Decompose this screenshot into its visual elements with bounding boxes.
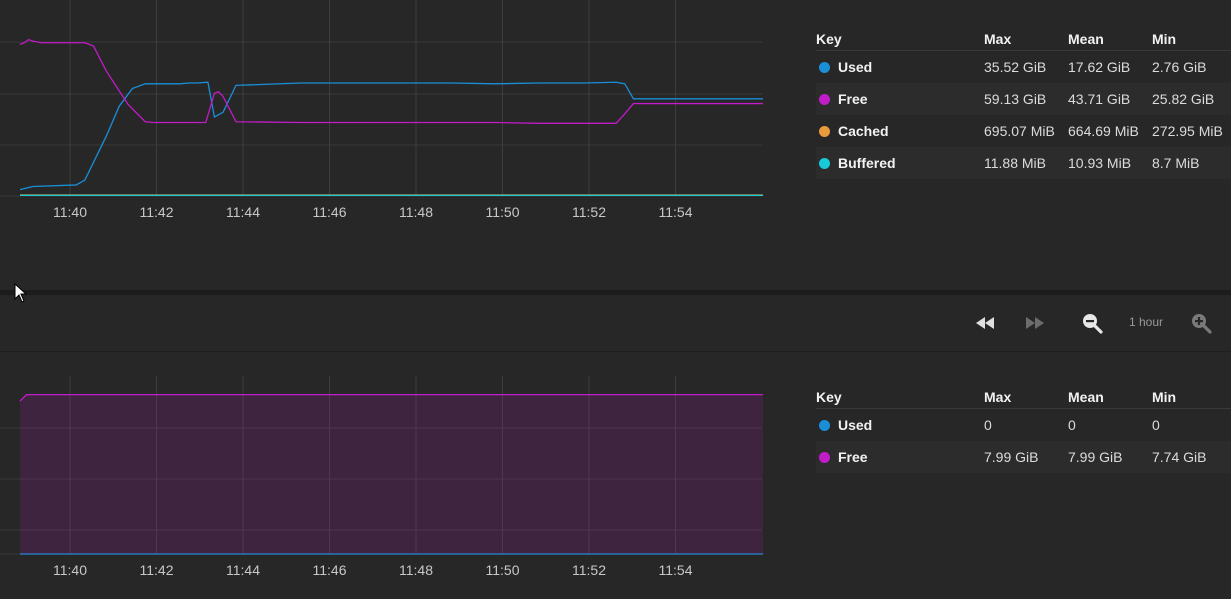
series-line-used — [19, 81, 764, 191]
zoom-out-icon — [1083, 314, 1103, 334]
zoom-in-button[interactable] — [1189, 311, 1213, 335]
legend-min-value: 7.74 GiB — [1152, 441, 1231, 473]
legend-row-free[interactable]: Free 7.99 GiB 7.99 GiB 7.74 GiB — [816, 441, 1231, 473]
swap-legend: Key Max Mean Min Used 0 0 0 Free 7.99 Gi… — [816, 386, 1231, 473]
x-tick-label: 11:54 — [659, 562, 693, 578]
series-color-dot — [819, 62, 830, 73]
swap-panel: 11:40 11:42 11:44 11:46 11:48 11:50 11:52 11:54… — [0, 352, 1231, 599]
legend-key-free: Free — [816, 441, 984, 473]
legend-header-mean: Mean — [1068, 28, 1152, 51]
legend-min-value: 272.95 MiB — [1152, 123, 1223, 139]
x-tick-label: 11:52 — [572, 562, 606, 578]
legend-mean-value: 664.69 MiB — [1068, 123, 1139, 139]
legend-row-free[interactable]: Free 59.13 GiB 43.71 GiB 25.82 GiB — [816, 83, 1231, 115]
series-color-dot — [819, 452, 830, 463]
legend-key-used: Used — [816, 51, 984, 84]
legend-min-value: 2.76 GiB — [1152, 59, 1207, 75]
swap-chart: 11:40 11:42 11:44 11:46 11:48 11:50 11:52 11:54 — [0, 376, 764, 578]
x-tick-label: 11:46 — [313, 204, 347, 220]
legend-mean-value: 17.62 GiB — [1068, 59, 1131, 75]
series-line-free — [19, 38, 764, 124]
x-tick-label: 11:42 — [140, 204, 174, 220]
x-tick-label: 11:44 — [226, 562, 260, 578]
fast-forward-button[interactable] — [1023, 311, 1047, 335]
legend-row-used[interactable]: Used 0 0 0 — [816, 409, 1231, 442]
legend-header-key: Key — [816, 386, 984, 409]
memory-legend: Key Max Mean Min Used 35.52 GiB 17.62 Gi… — [816, 28, 1231, 179]
series-color-dot — [819, 126, 830, 137]
legend-max-value: 0 — [984, 417, 992, 433]
memory-chart: 11:40 11:42 11:44 11:46 11:48 11:50 11:52 11:54 — [0, 0, 764, 220]
legend-key-label: Cached — [838, 123, 889, 139]
legend-header-key: Key — [816, 28, 984, 51]
fast-forward-icon — [1026, 317, 1044, 329]
legend-row-used[interactable]: Used 35.52 GiB 17.62 GiB 2.76 GiB — [816, 51, 1231, 84]
legend-header-max: Max — [984, 386, 1068, 409]
zoom-in-icon — [1192, 314, 1212, 334]
memory-legend-table: Key Max Mean Min Used 35.52 GiB 17.62 Gi… — [816, 28, 1231, 179]
x-tick-label: 11:42 — [140, 562, 174, 578]
swap-legend-table: Key Max Mean Min Used 0 0 0 Free 7.99 Gi… — [816, 386, 1231, 473]
x-tick-label: 11:44 — [226, 204, 260, 220]
x-tick-label: 11:54 — [659, 204, 693, 220]
legend-key-label: Used — [838, 417, 873, 433]
series-color-dot — [819, 420, 830, 431]
time-range-toolbar: 1 hour — [0, 295, 1231, 352]
legend-header-min: Min — [1152, 386, 1231, 409]
rewind-icon — [976, 317, 994, 329]
memory-panel: 11:40 11:42 11:44 11:46 11:48 11:50 11:52 11:54… — [0, 0, 1231, 290]
legend-key-free: Free — [816, 83, 984, 115]
legend-header-min: Min — [1152, 28, 1231, 51]
legend-header-row: Key Max Mean Min — [816, 386, 1231, 409]
legend-header-row: Key Max Mean Min — [816, 28, 1231, 51]
legend-mean-value: 10.93 MiB — [1068, 147, 1152, 179]
legend-max-value: 7.99 GiB — [984, 441, 1068, 473]
legend-key-label: Buffered — [838, 155, 896, 171]
x-tick-label: 11:40 — [53, 562, 87, 578]
legend-min-value: 0 — [1152, 417, 1160, 433]
zoom-range-label: 1 hour — [1129, 315, 1164, 329]
legend-key-used: Used — [816, 409, 984, 442]
x-tick-label: 11:48 — [399, 562, 433, 578]
x-tick-label: 11:52 — [572, 204, 606, 220]
zoom-out-button[interactable] — [1080, 311, 1104, 335]
legend-key-buffered: Buffered — [816, 147, 984, 179]
legend-row-cached[interactable]: Cached 695.07 MiB 664.69 MiB 272.95 MiB — [816, 115, 1231, 147]
series-color-dot — [819, 158, 830, 169]
legend-header-max: Max — [984, 28, 1068, 51]
x-tick-label: 11:46 — [313, 562, 347, 578]
legend-max-value: 695.07 MiB — [984, 123, 1055, 139]
legend-row-buffered[interactable]: Buffered 11.88 MiB 10.93 MiB 8.7 MiB — [816, 147, 1231, 179]
legend-key-label: Used — [838, 59, 873, 75]
series-area-free — [20, 394, 764, 554]
rewind-button[interactable] — [973, 311, 997, 335]
legend-max-value: 11.88 MiB — [984, 147, 1068, 179]
x-tick-label: 11:48 — [399, 204, 433, 220]
x-tick-label: 11:40 — [53, 204, 87, 220]
mouse-cursor-icon — [14, 283, 28, 303]
legend-key-label: Free — [838, 91, 868, 107]
legend-max-value: 59.13 GiB — [984, 83, 1068, 115]
legend-mean-value: 43.71 GiB — [1068, 83, 1152, 115]
legend-mean-value: 0 — [1068, 417, 1076, 433]
legend-min-value: 8.7 MiB — [1152, 147, 1231, 179]
series-color-dot — [819, 94, 830, 105]
x-tick-label: 11:50 — [486, 204, 520, 220]
legend-min-value: 25.82 GiB — [1152, 83, 1231, 115]
legend-max-value: 35.52 GiB — [984, 59, 1047, 75]
legend-mean-value: 7.99 GiB — [1068, 441, 1152, 473]
legend-header-mean: Mean — [1068, 386, 1152, 409]
legend-key-label: Free — [838, 449, 868, 465]
legend-key-cached: Cached — [816, 115, 984, 147]
x-tick-label: 11:50 — [486, 562, 520, 578]
